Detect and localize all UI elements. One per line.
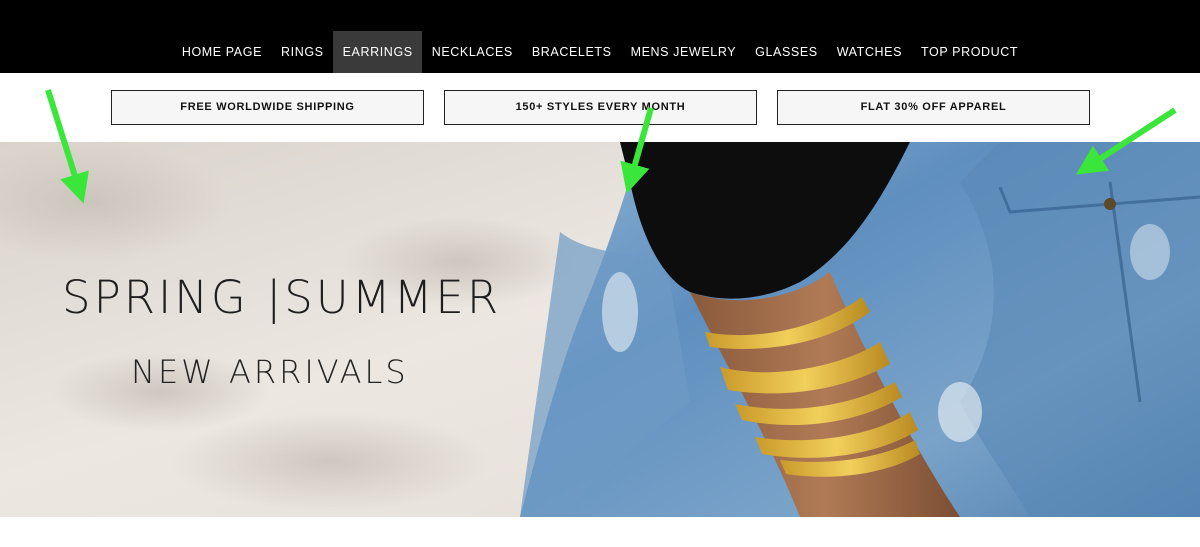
nav-item-earrings[interactable]: EARRINGS [333,31,423,74]
hero-headline: SPRING |SUMMER [62,271,502,324]
nav-item-necklaces[interactable]: NECKLACES [422,31,522,74]
top-navbar: HOME PAGE RINGS EARRINGS NECKLACES BRACE… [0,0,1200,74]
main-menu: HOME PAGE RINGS EARRINGS NECKLACES BRACE… [0,30,1200,74]
hero-subheadline: NEW ARRIVALS [131,353,409,391]
nav-item-glasses[interactable]: GLASSES [746,31,828,74]
nav-item-watches[interactable]: WATCHES [827,31,911,74]
nav-item-bracelets[interactable]: BRACELETS [522,31,621,74]
hero-image [0,142,1200,517]
apparel-discount-button[interactable]: FLAT 30% OFF APPAREL [777,90,1090,125]
nav-item-home-page[interactable]: HOME PAGE [172,31,271,74]
nav-item-rings[interactable]: RINGS [272,31,334,74]
nav-item-mens-jewelry[interactable]: MENS JEWELRY [621,31,746,74]
hero-banner[interactable]: SPRING |SUMMER NEW ARRIVALS [0,142,1200,517]
free-shipping-button[interactable]: FREE WORLDWIDE SHIPPING [111,90,424,125]
promo-bar: FREE WORLDWIDE SHIPPING 150+ STYLES EVER… [0,73,1200,142]
nav-item-top-product[interactable]: TOP PRODUCT [912,31,1028,74]
styles-every-month-button[interactable]: 150+ STYLES EVERY MONTH [444,90,757,125]
